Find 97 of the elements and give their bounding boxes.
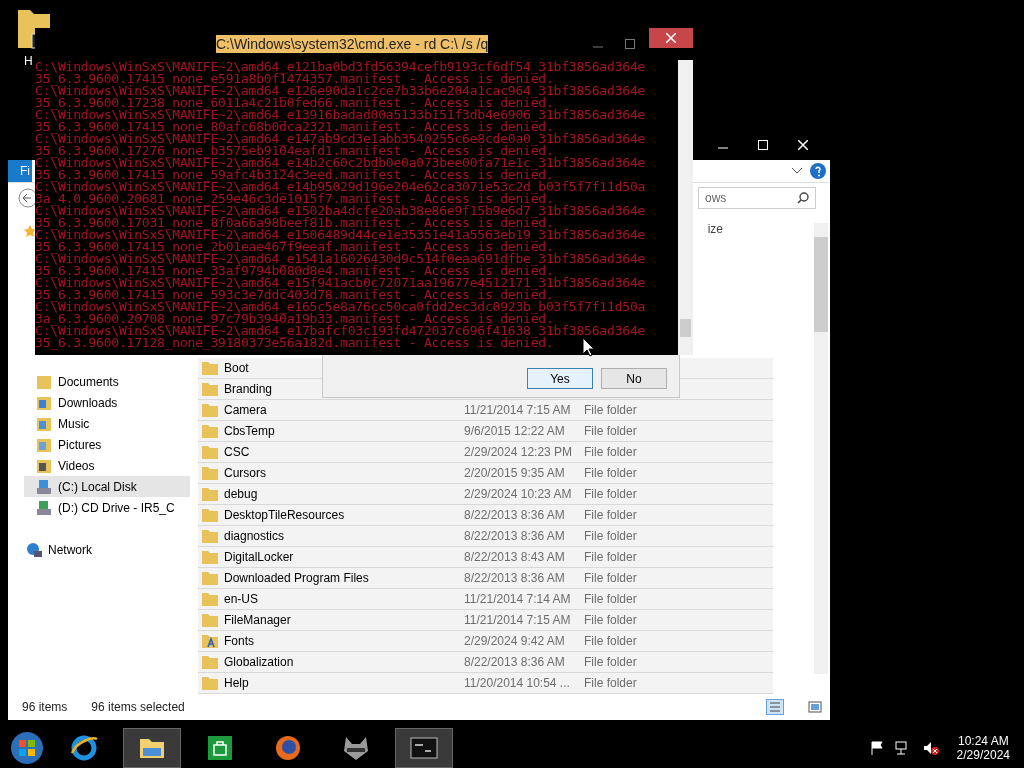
search-icon	[797, 192, 809, 204]
file-row[interactable]: Globalization 8/22/2013 8:36 AM File folder	[198, 652, 773, 673]
file-row[interactable]: Camera 11/21/2014 7:15 AM File folder	[198, 400, 773, 421]
start-button[interactable]	[10, 731, 44, 765]
console-line: C:\Windows\WinSxS\MANIFE~2\amd64_e147ab9cd3e1abb3540255c6e8cde0a0_31bf3856ad364e	[35, 133, 646, 145]
file-row[interactable]: diagnostics 8/22/2013 8:36 AM File folder	[198, 526, 773, 547]
flag-icon[interactable]	[870, 741, 883, 755]
nav-item[interactable]: (C:) Local Disk	[24, 476, 190, 497]
file-tab[interactable]: Fi	[8, 160, 32, 182]
file-row[interactable]: en-US 11/21/2014 7:14 AM File folder	[198, 589, 773, 610]
console-line: C:\Windows\WinSxS\MANIFE~2\amd64_e1502ba4dcfe20ab38e86e9f15b9e6d7_31bf3856ad364e	[35, 205, 646, 217]
drive-icon	[36, 499, 52, 516]
file-row[interactable]: Fonts 2/29/2024 9:42 AM File folder	[198, 631, 773, 652]
file-row[interactable]: FileManager 11/21/2014 7:15 AM File folder	[198, 610, 773, 631]
browser-icon	[273, 733, 303, 763]
scrollbar[interactable]	[678, 60, 693, 355]
window-title: C:\Windows\system32\cmd.exe - rd C:\ /s /q	[216, 35, 489, 53]
close-icon	[666, 33, 676, 43]
folder-icon	[202, 403, 218, 417]
file-row[interactable]: debug 2/29/2024 10:23 AM File folder	[198, 484, 773, 505]
close-button[interactable]	[798, 140, 808, 150]
console-line: 35_6.3.9600.17238_none_6011a4c21b0fed66.manifest - Access is denied.	[35, 97, 554, 109]
folder-icon	[202, 613, 218, 627]
clock-time[interactable]: 10:24 AM	[957, 734, 1009, 748]
folder-icon	[202, 382, 218, 396]
globe-icon	[26, 541, 42, 558]
folder-icon	[36, 436, 52, 453]
folder-icon	[202, 529, 218, 543]
folder-icon	[36, 394, 52, 411]
browser-icon	[69, 733, 99, 763]
file-row[interactable]: Help 11/20/2014 10:54 ... File folder	[198, 673, 773, 694]
nav-item[interactable]: Videos	[24, 455, 190, 476]
folder-icon	[202, 592, 218, 606]
file-row[interactable]: CSC 2/29/2024 12:23 PM File folder	[198, 442, 773, 463]
console-line: 35_6.3.9600.17415_none_59afc4b3124c3eed.manifest - Access is denied.	[35, 169, 554, 181]
console-line: C:\Windows\WinSxS\MANIFE~2\amd64_e165c5e8a76cc50ca0fdd2ec3dc0923b_b03f5f7f11d50a	[35, 301, 646, 313]
column-header[interactable]: ize	[707, 222, 723, 236]
chevron-icon[interactable]	[792, 168, 802, 174]
console-line: 35_6.3.9600.17415_none_2b01eae467f9eeaf.manifest - Access is denied.	[35, 241, 554, 253]
folder-icon	[202, 424, 218, 438]
fonts-folder-icon	[202, 634, 218, 648]
item-count: 96 items	[22, 700, 68, 714]
folder-icon	[202, 571, 218, 585]
folder-icon	[202, 508, 218, 522]
folder-icon	[36, 457, 52, 474]
shopping-bag-icon	[205, 733, 235, 763]
folder-icon	[36, 415, 52, 432]
console-line: 35_6.3.9600.17415_none_33af9794b080d8e4.manifest - Access is denied.	[35, 265, 554, 277]
console-line: C:\Windows\WinSxS\MANIFE~2\amd64_e17bafcf03c193fd472037c696f41638_31bf3856ad364e	[35, 325, 646, 337]
folder-icon	[36, 373, 52, 390]
console-line: C:\Windows\WinSxS\MANIFE~2\amd64_e1541a16026430d9c514f0eaa691dfbe_31bf3856ad364e	[35, 253, 646, 265]
console-line: 35_6.3.9600.17031_none_8f0a66a98beef81b.manifest - Access is denied.	[35, 217, 554, 229]
nav-item[interactable]: Music	[24, 413, 190, 434]
console-line: C:\Windows\WinSxS\MANIFE~2\amd64_e1506489d44ce1e35351e41a5563eb19_31bf3856ad364e	[35, 229, 646, 241]
console-line: 3a_4.0.9600.20681_none_259e46c3de1015f7.manifest - Access is denied.	[35, 193, 554, 205]
file-row[interactable]: Downloaded Program Files 8/22/2013 8:36 AM File folder	[198, 568, 773, 589]
folder-icon	[202, 361, 218, 375]
nav-item[interactable]: Network	[24, 539, 190, 560]
scrollbar[interactable]	[814, 223, 828, 674]
drive-icon	[36, 478, 52, 495]
desktop-icon-label[interactable]: H	[24, 54, 33, 68]
console-line: 35_6.3.9600.17415_none_e591a8b0f1474357.manifest - Access is denied.	[35, 73, 554, 85]
folder-icon	[202, 445, 218, 459]
console-line: 35_6.3.9600.17415_none_80afc68b0dca2321.manifest - Access is denied.	[35, 121, 554, 133]
folder-icon	[202, 550, 218, 564]
nav-item[interactable]: Downloads	[24, 392, 190, 413]
folder-icon	[202, 676, 218, 690]
console-line: C:\Windows\WinSxS\MANIFE~2\amd64_e126e90da1c2ce7b33b6e204a1cac964_31bf3856ad364e	[35, 85, 646, 97]
folder-icon	[202, 487, 218, 501]
search-field[interactable]: ows	[698, 187, 816, 209]
folder-icon	[202, 655, 218, 669]
dialog-button[interactable]: Yes	[527, 368, 593, 389]
nav-item[interactable]: Pictures	[24, 434, 190, 455]
console-line: C:\Windows\WinSxS\MANIFE~2\amd64_e14b2c60c2bdb0e0a073bee00fa71e1c_31bf3856ad364e	[35, 157, 646, 169]
dialog-button[interactable]: No	[601, 368, 667, 389]
file-row[interactable]: DesktopTileResources 8/22/2013 8:36 AM File folder	[198, 505, 773, 526]
thumbnail-view-icon[interactable]	[808, 700, 822, 714]
console-line: 35_6.3.9600.17276_none_b3575eb9104eafd1.manifest - Access is denied.	[35, 145, 554, 157]
nav-item[interactable]: (D:) CD Drive - IR5_C	[24, 497, 190, 518]
folder-icon	[202, 466, 218, 480]
clock-date[interactable]: 2/29/2024	[956, 748, 1010, 762]
nav-item[interactable]: Documents	[24, 371, 190, 392]
console-line: C:\Windows\WinSxS\MANIFE~2\amd64_e15f941acb0c72071aa19677e4512171_31bf3856ad364e	[35, 277, 646, 289]
star-icon[interactable]	[24, 225, 36, 237]
console-line: 3a_6.3.9600.20708_none_97c79b3940a19b33.manifest - Access is denied.	[35, 313, 554, 325]
console-line: C:\Windows\WinSxS\MANIFE~2\amd64_e13916badad00a5133b151f3db4e6906_31bf3856ad364e	[35, 109, 646, 121]
file-row[interactable]: CbsTemp 9/6/2015 12:22 AM File folder	[198, 421, 773, 442]
file-row[interactable]: Cursors 2/20/2015 9:35 AM File folder	[198, 463, 773, 484]
console-line: C:\Windows\WinSxS\MANIFE~2\amd64_e121ba0bd3fd56394cefb9193cf6df54_31bf3856ad364e	[35, 61, 646, 73]
muted-speaker-icon[interactable]	[922, 741, 939, 755]
selection-count: 96 items selected	[91, 700, 185, 714]
help-icon[interactable]	[810, 163, 826, 179]
console-line: 35_6.3.9600.17415_none_593c3e7ddc403d78.manifest - Access is denied.	[35, 289, 554, 301]
file-row[interactable]: DigitalLocker 8/22/2013 8:43 AM File folder	[198, 547, 773, 568]
taskbar-app[interactable]	[124, 729, 180, 767]
console-line: C:\Windows\WinSxS\MANIFE~2\amd64_e14b95029d196e204e62ca3071e53c2d_b03f5f7f11d50a	[35, 181, 646, 193]
console-line: 35_6.3.9600.17128_none_39180373e56a182d.manifest - Access is denied.	[35, 337, 554, 349]
